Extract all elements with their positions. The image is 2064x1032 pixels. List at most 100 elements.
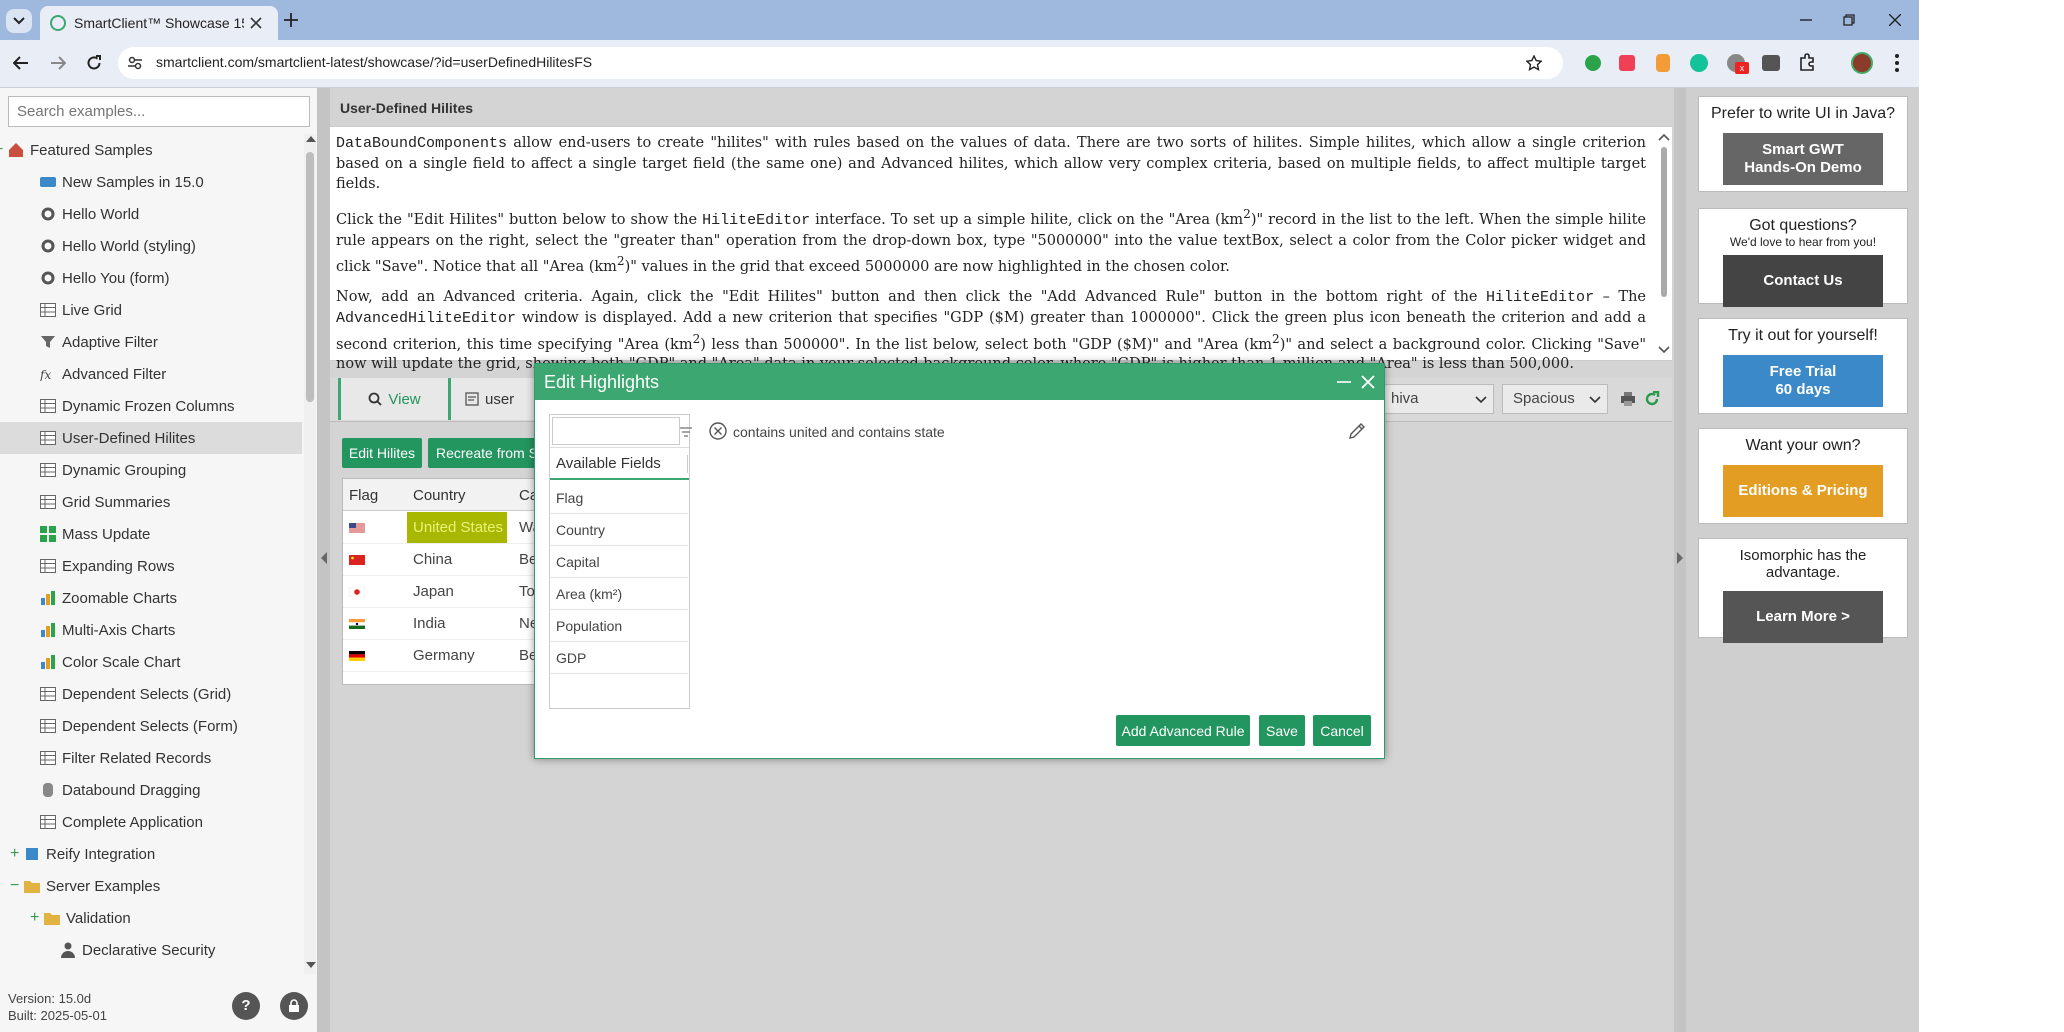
table-row[interactable]: Japan To [343,576,541,608]
cancel-button[interactable]: Cancel [1313,715,1371,746]
pocket-icon[interactable] [1619,55,1635,71]
left-splitter[interactable] [318,88,330,1032]
sidebar-item-databound-dragging[interactable]: Databound Dragging [0,774,302,806]
scroll-up-icon[interactable] [306,136,316,142]
scroll-down-icon[interactable] [306,962,316,968]
field-item[interactable]: Population [550,610,688,642]
forward-arrow-icon[interactable] [50,56,66,70]
sidebar-item-filter-related-records[interactable]: Filter Related Records [0,742,302,774]
close-tab-icon[interactable] [250,17,262,29]
expand-icon[interactable]: + [30,909,39,927]
close-window-icon[interactable] [1889,14,1901,26]
more-menu-icon[interactable] [1895,54,1899,72]
minimize-icon[interactable] [1337,381,1351,383]
sidebar-item-hello-you-form[interactable]: Hello You (form) [0,262,302,294]
available-fields-header[interactable]: Available Fields [550,448,689,480]
field-item[interactable]: Flag [550,482,688,514]
field-item[interactable]: GDP [550,642,688,674]
skin-select[interactable]: hiva [1380,384,1494,414]
table-row[interactable]: Germany Be [343,640,541,672]
column-header-country[interactable]: Country [413,487,466,504]
new-tab-icon[interactable] [284,13,298,27]
sidebar-item-mass-update[interactable]: Mass Update [0,518,302,550]
grammarly-icon[interactable] [1690,54,1708,72]
reload-icon[interactable] [86,55,102,71]
sidebar-item-zoomable-charts[interactable]: Zoomable Charts [0,582,302,614]
back-arrow-icon[interactable] [13,56,29,70]
sidebar-item-multi-axis-charts[interactable]: Multi-Axis Charts [0,614,302,646]
restore-window-icon[interactable] [1843,14,1855,26]
field-item[interactable]: Capital [550,546,688,578]
sidebar-item-declarative-security[interactable]: Declarative Security [0,934,302,966]
sidebar-item-dependent-selects-grid[interactable]: Dependent Selects (Grid) [0,678,302,710]
density-select[interactable]: Spacious [1502,384,1608,414]
save-button[interactable]: Save [1259,715,1305,746]
promo-button[interactable]: Smart GWT Hands-On Demo [1723,133,1883,185]
scroll-up-icon[interactable] [1658,133,1670,143]
tab-source[interactable]: user [448,378,536,420]
sidebar-item-new-samples-in-15-0[interactable]: New Samples in 15.0 [0,166,302,198]
scroll-down-icon[interactable] [1658,346,1670,356]
print-icon[interactable] [1620,392,1636,406]
collapse-icon[interactable]: − [0,141,3,159]
dialog-header[interactable]: Edit Highlights [535,364,1384,400]
field-item[interactable]: Area (km²) [550,578,688,610]
remove-rule-icon[interactable] [709,422,727,440]
sidebar-item-advanced-filter[interactable]: fx Advanced Filter [0,358,302,390]
minimize-window-icon[interactable] [1800,19,1812,21]
sidebar-item-hello-world-styling[interactable]: Hello World (styling) [0,230,302,262]
description-scrollbar-thumb[interactable] [1661,147,1667,297]
profile-avatar[interactable] [1851,52,1873,74]
sidebar-item-expanding-rows[interactable]: Expanding Rows [0,550,302,582]
sidebar-item-color-scale-chart[interactable]: Color Scale Chart [0,646,302,678]
table-row[interactable]: India Ne [343,608,541,640]
recreate-button[interactable]: Recreate from S [428,438,538,468]
tab-list-button[interactable] [6,9,32,33]
help-icon[interactable]: ? [232,992,260,1020]
browser-tab-active[interactable]: SmartClient™ Showcase 15.0d [40,6,278,40]
site-settings-icon[interactable] [128,56,142,70]
field-filter-input[interactable] [552,417,680,445]
promo-button[interactable]: Free Trial 60 days [1723,355,1883,407]
filter-icon[interactable] [680,427,692,437]
address-bar[interactable]: smartclient.com/smartclient-latest/showc… [118,47,1563,79]
collapse-icon[interactable]: − [10,877,19,895]
search-input[interactable] [9,97,309,126]
table-row[interactable]: United States Wa [343,512,541,544]
sidebar-item-adaptive-filter[interactable]: Adaptive Filter [0,326,302,358]
sidebar-item-featured-samples[interactable]: − Featured Samples [0,134,302,166]
field-item[interactable]: Country [550,514,688,546]
table-row[interactable]: China Be [343,544,541,576]
refresh-icon[interactable] [1644,391,1660,407]
sidebar-item-server-examples[interactable]: − Server Examples [0,870,302,902]
sidebar-item-reify-integration[interactable]: + Reify Integration [0,838,302,870]
add-advanced-rule-button[interactable]: Add Advanced Rule [1116,715,1250,746]
edit-pencil-icon[interactable] [1347,421,1367,441]
sidebar-item-live-grid[interactable]: Live Grid [0,294,302,326]
promo-button[interactable]: Contact Us [1723,255,1883,307]
tree-scrollbar[interactable] [304,134,316,974]
sidebar-item-validation[interactable]: + Validation [0,902,302,934]
extensions-puzzle-icon[interactable] [1798,53,1816,71]
lock-icon[interactable] [280,992,308,1020]
promo-button[interactable]: Editions & Pricing [1723,465,1883,517]
sidebar-item-complete-application[interactable]: Complete Application [0,806,302,838]
expand-icon[interactable]: + [10,845,19,863]
tab-view[interactable]: View [338,378,448,420]
sidebar-item-dynamic-frozen-columns[interactable]: Dynamic Frozen Columns [0,390,302,422]
sidebar-item-grid-summaries[interactable]: Grid Summaries [0,486,302,518]
sidebar-item-dependent-selects-form[interactable]: Dependent Selects (Form) [0,710,302,742]
right-splitter[interactable] [1674,88,1686,1032]
promo-button[interactable]: Learn More > [1723,591,1883,643]
edit-hilites-button[interactable]: Edit Hilites [342,438,422,468]
column-header-flag[interactable]: Flag [349,487,378,504]
extension-icon[interactable] [1762,55,1780,71]
description-scrollbar[interactable] [1658,131,1670,356]
sidebar-item-user-defined-hilites[interactable]: User-Defined Hilites [0,422,302,454]
extension-icon[interactable]: x [1727,54,1749,74]
extension-icon[interactable] [1656,54,1670,72]
bookmark-star-icon[interactable] [1526,55,1542,71]
close-icon[interactable] [1361,375,1375,389]
sidebar-item-hello-world[interactable]: Hello World [0,198,302,230]
tree-scrollbar-thumb[interactable] [306,152,314,402]
